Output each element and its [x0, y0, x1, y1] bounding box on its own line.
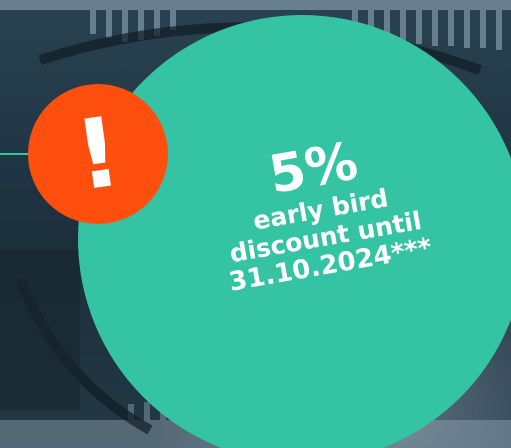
promo-banner: ! 5% early bird discount until 31.10.202… — [0, 0, 511, 448]
exclamation-icon: ! — [68, 95, 128, 213]
alert-badge: ! — [28, 84, 168, 224]
